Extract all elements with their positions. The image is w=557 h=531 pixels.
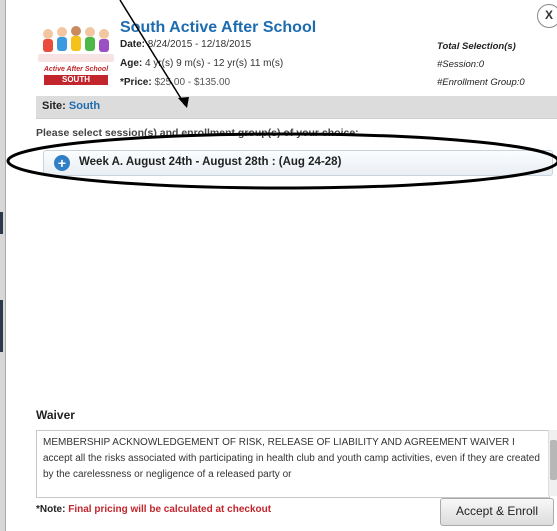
age-line: Age: 4 yr(s) 9 m(s) - 12 yr(s) 11 m(s): [120, 58, 283, 69]
age-value: 4 yr(s) 9 m(s) - 12 yr(s) 11 m(s): [145, 58, 284, 69]
price-label: *Price:: [120, 77, 152, 88]
session-item[interactable]: + Week A. August 24th - August 28th : (A…: [43, 150, 553, 176]
waiver-scrollbar[interactable]: [548, 430, 557, 496]
background-page-fragment: [0, 300, 3, 352]
close-button[interactable]: X: [537, 4, 557, 28]
enrollment-group-count: #Enrollment Group:0: [437, 77, 525, 88]
date-value: 8/24/2015 - 12/18/2015: [147, 39, 252, 50]
annotation-arrow: [119, 0, 186, 106]
waiver-textbox[interactable]: MEMBERSHIP ACKNOWLEDGEMENT OF RISK, RELE…: [36, 430, 550, 498]
plus-circle-icon[interactable]: +: [54, 155, 70, 171]
window-left-border-line: [5, 0, 6, 531]
site-label-group: Site: South: [42, 100, 100, 112]
site-value: South: [68, 100, 101, 112]
session-count: #Session:0: [437, 59, 485, 70]
accept-enroll-button[interactable]: Accept & Enroll: [440, 498, 554, 526]
logo-badge: SOUTH: [44, 75, 108, 85]
background-page-fragment: [0, 212, 3, 234]
waiver-text: MEMBERSHIP ACKNOWLEDGEMENT OF RISK, RELE…: [43, 437, 540, 480]
date-label: Date:: [120, 39, 146, 50]
waiver-heading: Waiver: [36, 408, 75, 422]
pricing-note: *Note: Final pricing will be calculated …: [36, 504, 271, 515]
program-title: South Active After School: [120, 19, 317, 36]
session-label[interactable]: Week A. August 24th - August 28th : (Aug…: [79, 156, 341, 168]
note-text: Final pricing will be calculated at chec…: [68, 504, 272, 515]
total-selection-title: Total Selection(s): [437, 41, 516, 52]
waiver-scroll-thumb[interactable]: [550, 440, 557, 480]
price-value: $25.00 - $135.00: [154, 77, 231, 88]
price-line: *Price: $25.00 - $135.00: [120, 77, 230, 88]
site-label: Site:: [42, 100, 66, 112]
date-line: Date: 8/24/2015 - 12/18/2015: [120, 39, 251, 50]
note-label: *Note:: [36, 504, 66, 515]
site-bar: Site: South: [36, 96, 557, 119]
kids-group-icon: [36, 22, 116, 66]
age-label: Age:: [120, 58, 143, 69]
selection-instruction: Please select session(s) and enrollment …: [36, 127, 359, 139]
program-logo: Active After School SOUTH: [36, 22, 116, 85]
